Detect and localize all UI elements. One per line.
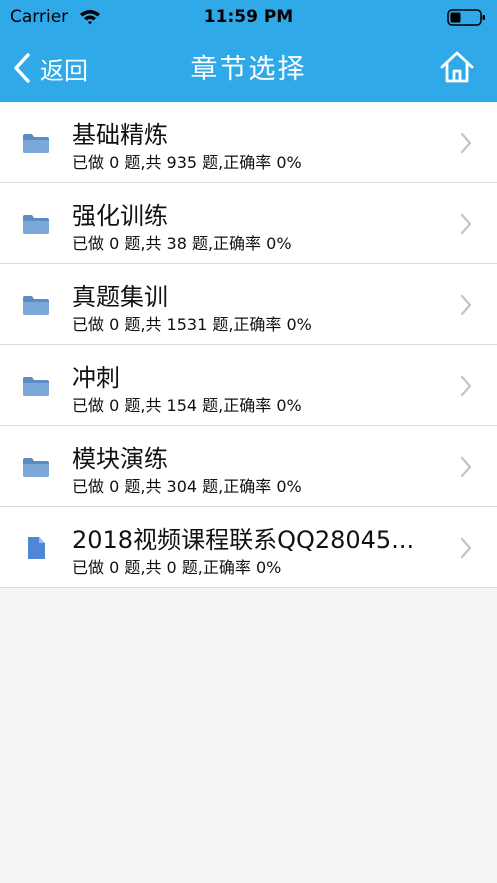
chapter-item-basic[interactable]: 基础精炼 已做 0 题,共 935 题,正确率 0% bbox=[0, 102, 497, 183]
page-title: 章节选择 bbox=[190, 54, 307, 85]
chapter-stats: 已做 0 题,共 1531 题,正确率 0% bbox=[72, 315, 312, 334]
chapter-item-modules[interactable]: 模块演练 已做 0 题,共 304 题,正确率 0% bbox=[0, 426, 497, 507]
chapter-stats: 已做 0 题,共 304 题,正确率 0% bbox=[72, 477, 302, 496]
folder-icon bbox=[23, 377, 49, 396]
chapter-stats: 已做 0 题,共 0 题,正确率 0% bbox=[72, 558, 282, 577]
chevron-right-icon bbox=[460, 456, 472, 478]
top-bar: Carrier 11:59 PM 返回 章节选择 bbox=[0, 0, 497, 102]
chapter-title: 真题集训 bbox=[72, 283, 168, 311]
home-button[interactable] bbox=[437, 48, 477, 86]
chapter-title: 基础精炼 bbox=[72, 121, 168, 149]
chapter-stats: 已做 0 题,共 935 题,正确率 0% bbox=[72, 153, 302, 172]
status-time: 11:59 PM bbox=[203, 7, 294, 27]
chapter-title: 2018视频课程联系QQ28045... bbox=[72, 526, 415, 554]
document-icon bbox=[28, 537, 45, 559]
chapter-item-intensive[interactable]: 强化训练 已做 0 题,共 38 题,正确率 0% bbox=[0, 183, 497, 264]
folder-icon bbox=[23, 134, 49, 153]
chapter-title: 模块演练 bbox=[72, 445, 168, 473]
folder-icon bbox=[23, 296, 49, 315]
chevron-right-icon bbox=[460, 294, 472, 316]
battery-icon bbox=[447, 9, 485, 26]
chevron-right-icon bbox=[460, 132, 472, 154]
status-bar: Carrier 11:59 PM bbox=[0, 0, 497, 34]
chapter-stats: 已做 0 题,共 38 题,正确率 0% bbox=[72, 234, 292, 253]
chapter-list: 基础精炼 已做 0 题,共 935 题,正确率 0% 强化训练 已做 0 题,共… bbox=[0, 102, 497, 588]
chapter-item-video-course[interactable]: 2018视频课程联系QQ28045... 已做 0 题,共 0 题,正确率 0% bbox=[0, 507, 497, 588]
nav-bar: 返回 章节选择 bbox=[0, 34, 497, 102]
chapter-item-past-exams[interactable]: 真题集训 已做 0 题,共 1531 题,正确率 0% bbox=[0, 264, 497, 345]
chapter-title: 冲刺 bbox=[72, 364, 120, 392]
folder-icon bbox=[23, 458, 49, 477]
chapter-item-sprint[interactable]: 冲刺 已做 0 题,共 154 题,正确率 0% bbox=[0, 345, 497, 426]
chevron-right-icon bbox=[460, 537, 472, 559]
chapter-stats: 已做 0 题,共 154 题,正确率 0% bbox=[72, 396, 302, 415]
chevron-right-icon bbox=[460, 375, 472, 397]
chapter-title: 强化训练 bbox=[72, 202, 168, 230]
folder-icon bbox=[23, 215, 49, 234]
home-icon bbox=[440, 51, 474, 83]
chevron-right-icon bbox=[460, 213, 472, 235]
